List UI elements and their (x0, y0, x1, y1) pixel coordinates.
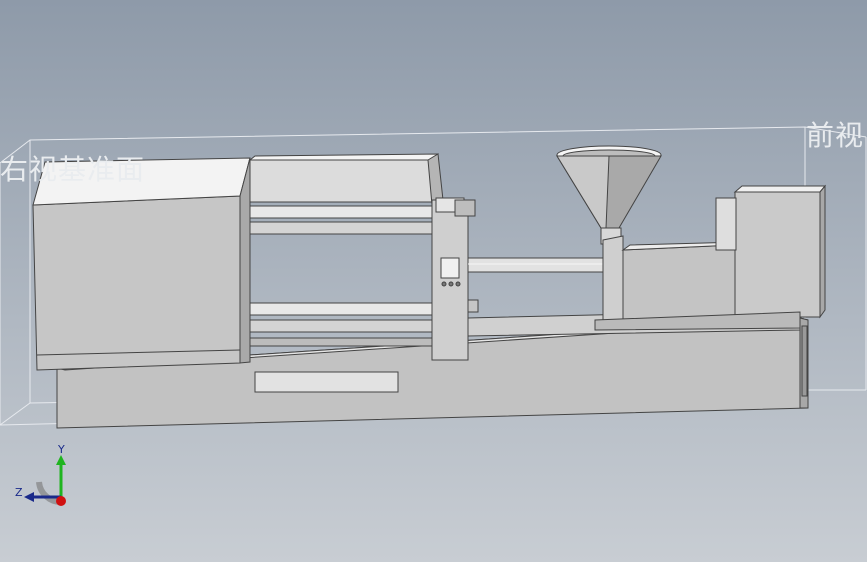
axis-z-label: Z (15, 486, 23, 499)
axis-y-label: Y (58, 443, 65, 456)
triad-icon (24, 455, 66, 506)
tie-bars (249, 205, 441, 347)
model-view[interactable] (0, 0, 867, 562)
graphics-viewport[interactable]: 右视基准面 前视 Y Z (0, 0, 867, 562)
front-plane-label[interactable]: 前视 (806, 114, 864, 154)
y-axis-arrowhead (56, 455, 66, 465)
coordinate-triad (14, 440, 74, 510)
origin-point (56, 496, 66, 506)
right-plane-label[interactable]: 右视基准面 (0, 148, 145, 188)
z-axis-arrowhead (24, 492, 34, 502)
hopper (556, 145, 662, 245)
